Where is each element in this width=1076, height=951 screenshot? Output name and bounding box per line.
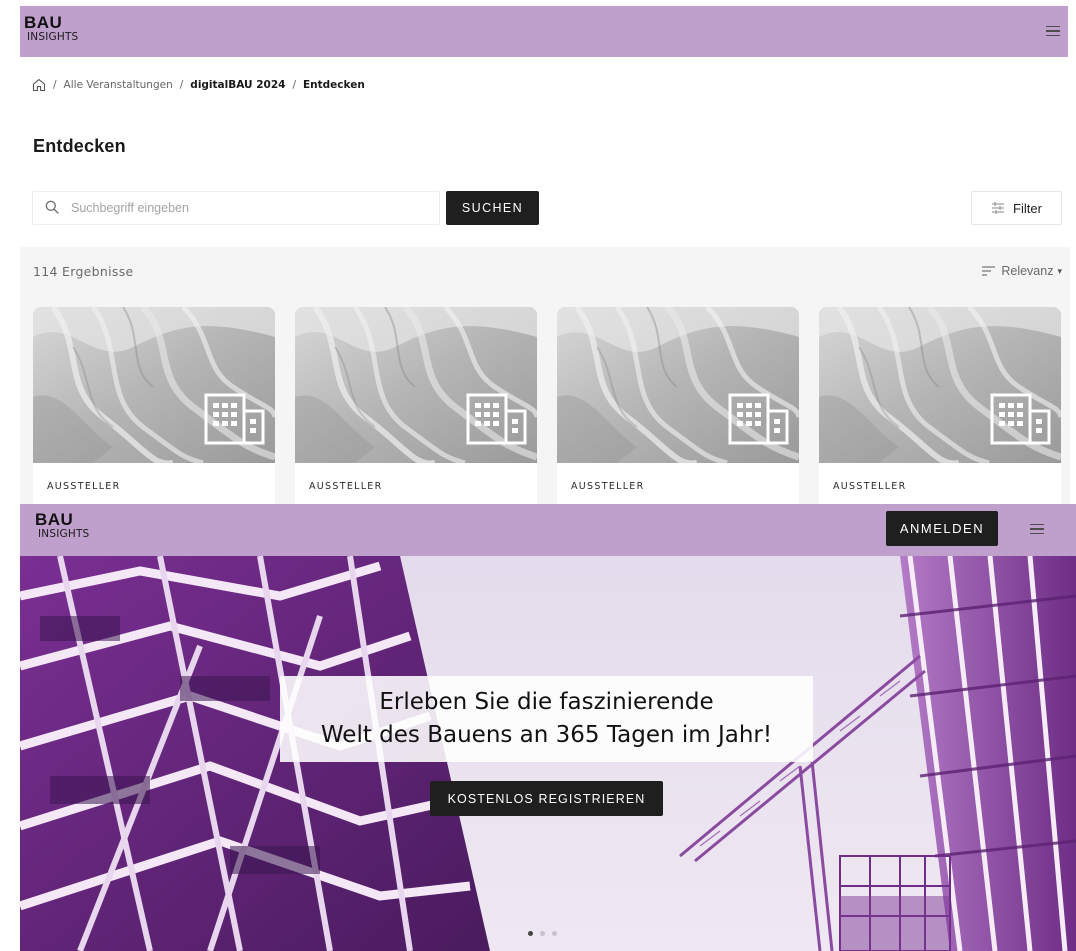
search-icon	[45, 199, 59, 218]
search-button[interactable]: SUCHEN	[446, 191, 539, 225]
register-button[interactable]: KOSTENLOS REGISTRIEREN	[430, 781, 663, 816]
hamburger-icon[interactable]	[1030, 524, 1044, 534]
breadcrumb-separator: /	[179, 79, 184, 91]
sort-label: Relevanz	[1001, 264, 1054, 278]
exhibitor-card[interactable]: AUSSTELLER	[557, 307, 799, 507]
search-box[interactable]	[32, 191, 440, 225]
results-area: 114 Ergebnisse Relevanz ▾ AUSSTELLER AUS…	[20, 247, 1070, 507]
carousel-dots	[528, 931, 557, 936]
card-image	[557, 307, 799, 463]
filter-label: Filter	[1013, 200, 1042, 216]
breadcrumb-separator: /	[292, 79, 296, 91]
carousel-dot[interactable]	[528, 931, 533, 936]
card-image	[819, 307, 1061, 463]
card-category: AUSSTELLER	[833, 481, 907, 492]
logo-line1: BAU	[24, 13, 63, 32]
page-title: Entdecken	[33, 136, 126, 156]
sliders-icon	[992, 202, 1005, 214]
exhibitor-card[interactable]: AUSSTELLER	[819, 307, 1061, 507]
caret-down-icon: ▾	[1057, 265, 1062, 276]
breadcrumb-current: Entdecken	[303, 79, 365, 91]
logo[interactable]: BAU INSIGHTS	[35, 511, 89, 540]
bottom-header: BAU INSIGHTS ANMELDEN	[20, 504, 1076, 556]
breadcrumb: / Alle Veranstaltungen / digitalBAU 2024…	[32, 78, 365, 92]
logo-line2: INSIGHTS	[27, 31, 79, 43]
card-category: AUSSTELLER	[309, 481, 383, 492]
breadcrumb-event[interactable]: digitalBAU 2024	[190, 79, 285, 91]
logo-line2: INSIGHTS	[38, 528, 90, 540]
exhibitor-card[interactable]: AUSSTELLER	[295, 307, 537, 507]
carousel-dot[interactable]	[540, 931, 545, 936]
hero-headline-line1: Erleben Sie die faszinierende	[379, 689, 714, 715]
hero-headline-line2: Welt des Bauens an 365 Tagen im Jahr!	[320, 722, 773, 748]
card-category: AUSSTELLER	[571, 481, 645, 492]
hero-banner: Erleben Sie die faszinierende Welt des B…	[20, 556, 1076, 951]
filter-button[interactable]: Filter	[971, 191, 1062, 225]
hamburger-icon[interactable]	[1046, 26, 1060, 36]
hero-headline: Erleben Sie die faszinierende Welt des B…	[280, 676, 813, 762]
top-header: BAU INSIGHTS	[20, 6, 1068, 57]
results-count: 114 Ergebnisse	[33, 264, 134, 279]
breadcrumb-separator: /	[53, 79, 57, 91]
logo-line1: BAU	[35, 510, 74, 529]
card-image	[33, 307, 275, 463]
exhibitor-card[interactable]: AUSSTELLER	[33, 307, 275, 507]
card-category: AUSSTELLER	[47, 481, 121, 492]
card-image	[295, 307, 537, 463]
home-icon[interactable]	[32, 78, 46, 92]
search-input[interactable]	[71, 201, 401, 215]
carousel-dot[interactable]	[552, 931, 557, 936]
sort-lines-icon	[982, 266, 996, 276]
login-button[interactable]: ANMELDEN	[886, 511, 998, 546]
breadcrumb-all-events[interactable]: Alle Veranstaltungen	[64, 79, 173, 91]
sort-dropdown[interactable]: Relevanz ▾	[982, 264, 1062, 278]
logo[interactable]: BAU INSIGHTS	[24, 14, 78, 43]
